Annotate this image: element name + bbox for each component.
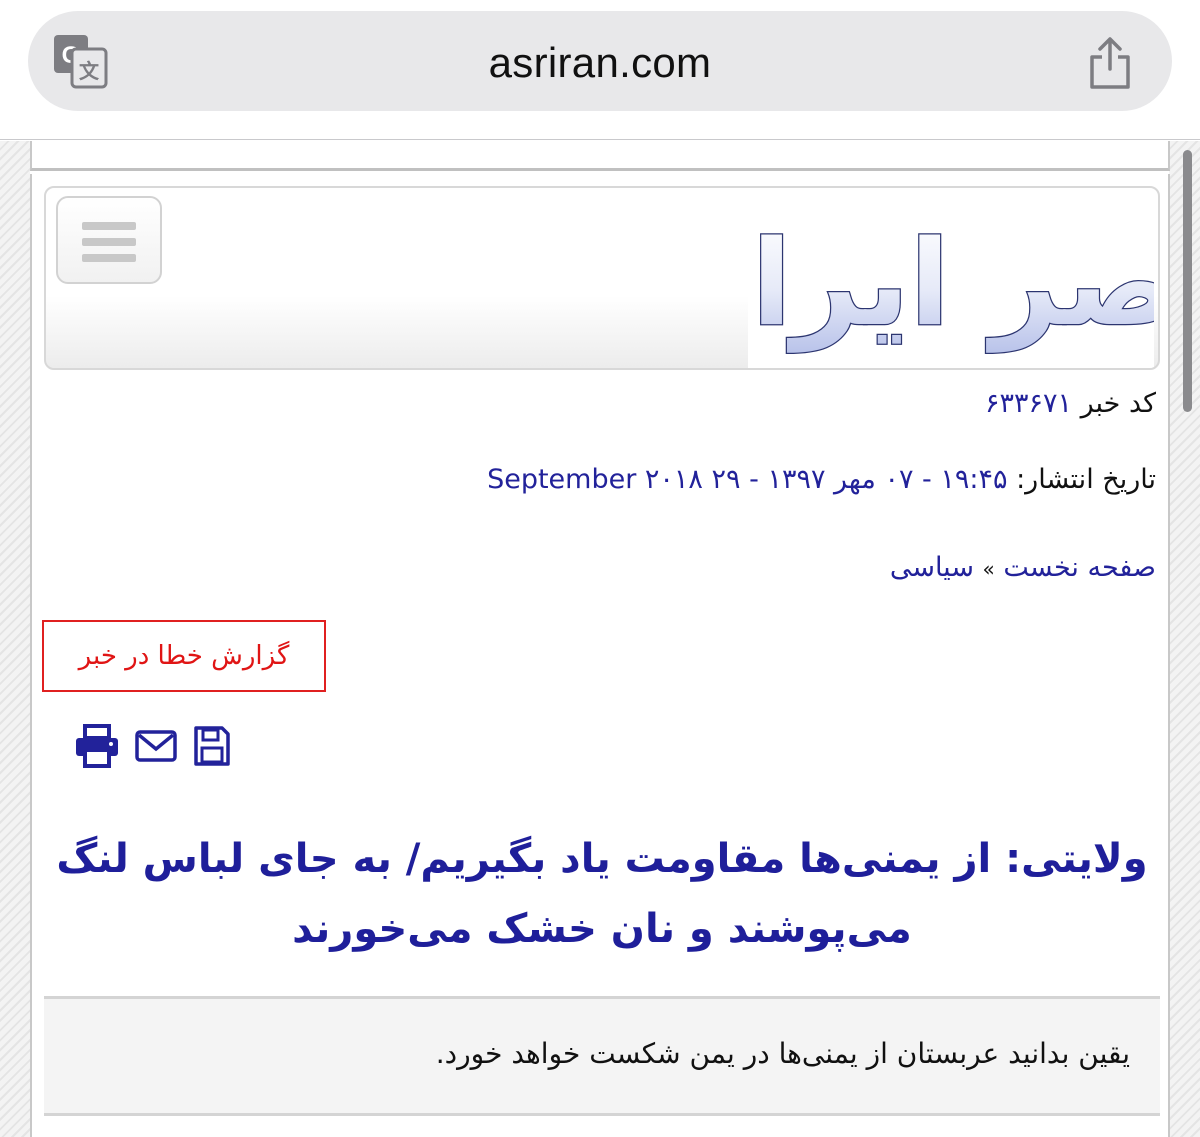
url-text[interactable]: asriran.com (28, 39, 1172, 87)
page-margin-left (0, 141, 30, 1137)
news-code-value: ۶۳۳۶۷۱ (985, 388, 1073, 419)
publish-date-label: تاریخ انتشار: (1016, 464, 1156, 495)
save-icon[interactable] (192, 724, 232, 768)
previous-section-edge (30, 141, 1170, 171)
print-icon[interactable] (74, 724, 120, 768)
email-icon[interactable] (134, 724, 178, 768)
share-icon[interactable] (1086, 35, 1134, 91)
publish-date-value: ۱۹:۴۵ - ۰۷ مهر ۱۳۹۷ - ۲۹ September ۲۰۱۸ (487, 464, 1008, 495)
article-lead-box: یقین بدانید عربستان از یمنی‌ها در یمن شک… (44, 996, 1160, 1116)
news-code: کد خبر ۶۳۳۶۷۱ (985, 388, 1156, 419)
breadcrumb-section[interactable]: سیاسی (890, 552, 974, 583)
hamburger-menu-icon[interactable] (56, 196, 162, 284)
address-bar[interactable]: G 文 asriran.com (28, 11, 1172, 111)
article-headline: ولایتی: از یمنی‌ها مقاومت یاد بگیریم/ به… (56, 836, 1148, 952)
publish-date: تاریخ انتشار: ۱۹:۴۵ - ۰۷ مهر ۱۳۹۷ - ۲۹ S… (487, 464, 1156, 495)
breadcrumb-separator: » (982, 557, 995, 581)
logo-text: عصر ایران (748, 214, 1154, 353)
browser-toolbar: G 文 asriran.com (0, 0, 1200, 140)
breadcrumb: صفحه نخست » سیاسی (890, 552, 1156, 583)
site-logo[interactable]: عصر ایران (649, 194, 1158, 368)
report-error-button[interactable]: گزارش خطا در خبر (42, 620, 326, 692)
site-header: عصر ایران (44, 186, 1160, 370)
scrollbar[interactable] (1183, 150, 1192, 412)
article-page: عصر ایران کد خبر ۶۳۳۶۷۱ تاریخ انتشار: ۱۹… (30, 174, 1170, 1137)
article-tools (74, 724, 244, 768)
article-lead: یقین بدانید عربستان از یمنی‌ها در یمن شک… (435, 1037, 1130, 1070)
breadcrumb-home[interactable]: صفحه نخست (1003, 552, 1156, 583)
news-code-label: کد خبر (1080, 388, 1156, 419)
